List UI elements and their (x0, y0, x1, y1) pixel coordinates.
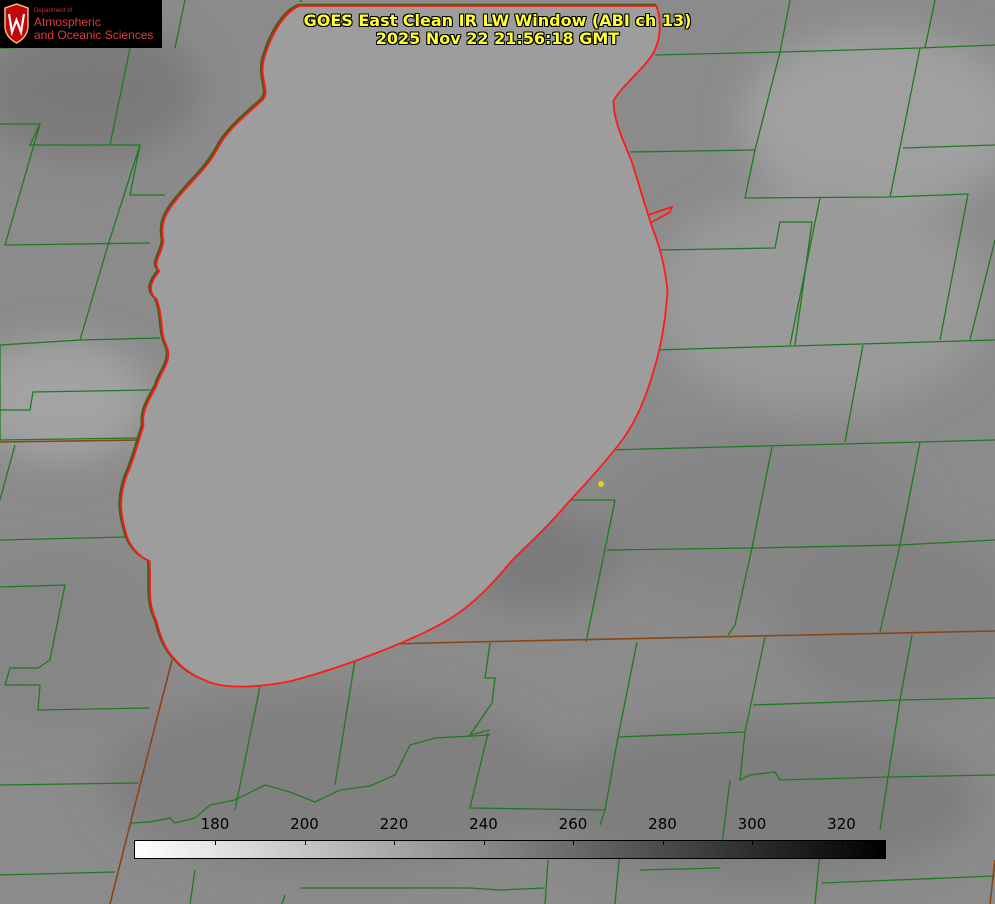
colorbar-tick-label: 300 (737, 815, 767, 833)
colorbar (134, 840, 886, 859)
colorbar-tick-label: 200 (290, 815, 319, 833)
colorbar-tick-label: 240 (469, 815, 498, 833)
colorbar-tick-mark (394, 840, 395, 845)
colorbar-tick-mark (752, 840, 753, 845)
colorbar-tick-mark (304, 840, 306, 845)
colorbar-tick-label: 220 (379, 815, 409, 833)
colorbar-gradient (134, 840, 886, 859)
satellite-image-viewer: Department of Atmospheric and Oceanic Sc… (0, 0, 995, 904)
colorbar-tick-label: 260 (558, 815, 588, 833)
colorbar-tick-label: 280 (648, 815, 677, 833)
colorbar-tick-mark (662, 840, 664, 845)
image-timestamp: 2025 Nov 22 21:56:18 GMT (375, 29, 620, 48)
station-marker (598, 481, 604, 487)
colorbar-tick-mark (841, 840, 843, 845)
colorbar-tick-mark (215, 840, 216, 845)
colorbar-tick-mark (573, 840, 574, 845)
colorbar-tick-mark (483, 840, 485, 845)
colorbar-tick-label: 320 (827, 815, 856, 833)
colorbar-tick-label: 180 (200, 815, 230, 833)
satellite-map (0, 0, 995, 904)
image-title: GOES East Clean IR LW Window (ABI ch 13) (303, 11, 692, 30)
